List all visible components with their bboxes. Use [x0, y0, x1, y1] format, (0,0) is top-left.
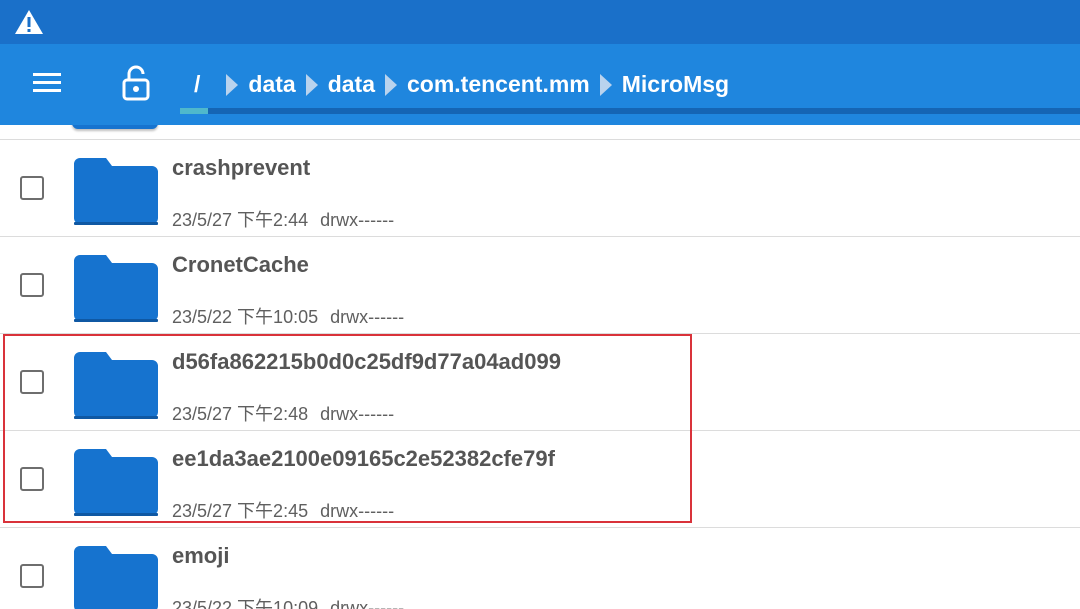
file-name: d56fa862215b0d0c25df9d77a04ad099: [172, 349, 561, 374]
breadcrumb-micromsg[interactable]: MicroMsg: [616, 71, 735, 98]
file-name: CronetCache: [172, 252, 309, 277]
folder-icon: [74, 546, 158, 609]
breadcrumb-scroll-indicator: [180, 108, 208, 114]
status-bar: [0, 0, 1080, 44]
list-item[interactable]: crashprevent 23/5/27 下午2:44 drwx------: [0, 140, 1080, 237]
file-name: ee1da3ae2100e09165c2e52382cfe79f: [172, 446, 555, 471]
file-date: 23/5/27 下午2:45: [172, 501, 309, 521]
breadcrumb-scroll-track: [180, 108, 1080, 114]
chevron-right-icon: [384, 73, 397, 96]
chevron-right-icon: [305, 73, 318, 96]
file-permissions: drwx------: [320, 501, 395, 521]
file-name: crashprevent: [172, 155, 311, 180]
lock-icon[interactable]: [120, 64, 152, 102]
file-list: crashprevent 23/5/27 下午2:44 drwx------ Cr…: [0, 125, 1080, 609]
breadcrumb-data[interactable]: data: [242, 71, 301, 98]
folder-icon: [74, 449, 158, 516]
folder-icon: [74, 158, 158, 225]
list-item[interactable]: emoji 23/5/22 下午10:09 drwx------: [0, 528, 1080, 609]
file-date: 23/5/27 下午2:48: [172, 404, 309, 424]
file-meta: 23/5/27 下午2:44 drwx------: [172, 206, 394, 232]
file-permissions: drwx------: [320, 210, 395, 230]
list-item[interactable]: ee1da3ae2100e09165c2e52382cfe79f 23/5/27…: [0, 431, 1080, 528]
list-item[interactable]: d56fa862215b0d0c25df9d77a04ad099 23/5/27…: [0, 334, 1080, 431]
file-permissions: drwx------: [330, 307, 405, 327]
breadcrumb-com-tencent-mm[interactable]: com.tencent.mm: [401, 71, 596, 98]
select-checkbox[interactable]: [20, 467, 44, 491]
file-permissions: drwx------: [320, 404, 395, 424]
list-item-partial[interactable]: [0, 125, 1080, 140]
file-meta: 23/5/27 下午2:45 drwx------: [172, 497, 394, 523]
breadcrumb-data-2[interactable]: data: [322, 71, 381, 98]
file-date: 23/5/22 下午10:09: [172, 598, 319, 609]
file-name: emoji: [172, 543, 230, 568]
chevron-right-icon: [226, 73, 239, 96]
file-meta: 23/5/27 下午2:48 drwx------: [172, 400, 394, 426]
file-meta: 23/5/22 下午10:09 drwx------: [172, 594, 404, 609]
folder-icon: [72, 125, 158, 129]
warning-icon: [15, 10, 43, 34]
folder-icon: [74, 352, 158, 419]
select-checkbox[interactable]: [20, 564, 44, 588]
file-date: 23/5/27 下午2:44: [172, 210, 309, 230]
file-date: 23/5/22 下午10:05: [172, 307, 319, 327]
chevron-right-icon: [599, 73, 612, 96]
folder-icon: [74, 255, 158, 322]
list-item[interactable]: CronetCache 23/5/22 下午10:05 drwx------: [0, 237, 1080, 334]
file-permissions: drwx------: [330, 598, 405, 609]
select-checkbox[interactable]: [20, 176, 44, 200]
file-meta: 23/5/22 下午10:05 drwx------: [172, 303, 404, 329]
select-checkbox[interactable]: [20, 273, 44, 297]
menu-icon[interactable]: [32, 70, 62, 96]
breadcrumb-root[interactable]: /: [180, 71, 222, 98]
select-checkbox[interactable]: [20, 370, 44, 394]
